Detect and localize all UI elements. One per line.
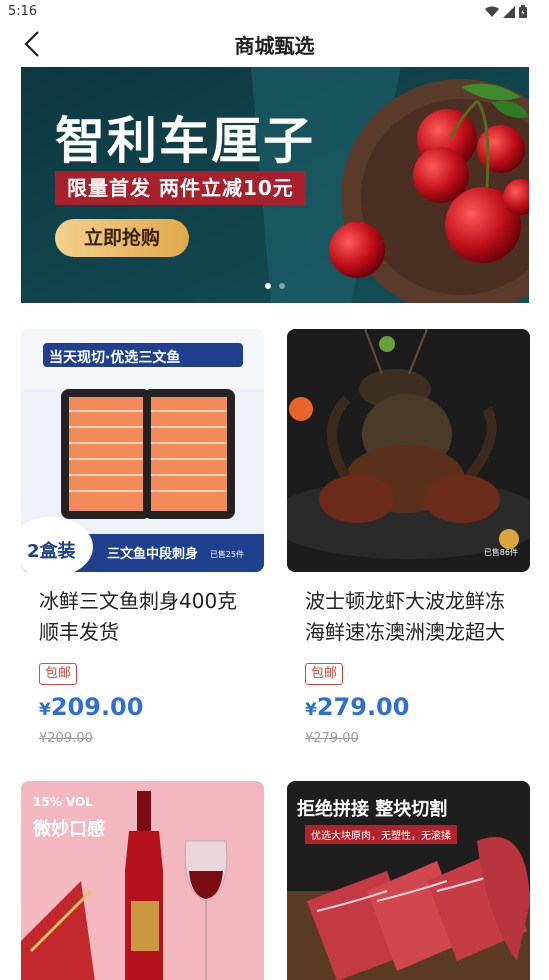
carousel-dot[interactable] [265, 283, 271, 289]
original-price: ¥279.00 [305, 731, 359, 746]
original-price: ¥209.00 [39, 731, 93, 746]
image-headline: 当天现切·优选三文鱼 [49, 350, 181, 366]
product-image: 已售86件 [287, 329, 530, 572]
nav-bar: 商城甄选 [0, 24, 549, 64]
currency-symbol: ¥ [39, 700, 51, 720]
carousel-indicator [21, 283, 529, 289]
promo-banner[interactable]: 智利车厘子 限量首发 两件立减10元 立即抢购 [21, 67, 529, 303]
product-card[interactable]: 当天现切·优选三文鱼 2盒装 三文鱼中段刺身 已售25件 冰鲜三文鱼刺身400克… [21, 329, 264, 746]
status-bar: 5:16 [0, 0, 549, 24]
status-icons [485, 5, 527, 18]
product-image: 拒绝拼接 整块切割 优选大块原肉，无塑性，无滚揉 [287, 781, 530, 980]
product-name: 冰鲜三文鱼刺身400克顺丰发货 [39, 589, 238, 644]
signal-icon [503, 5, 515, 18]
sold-count: 已售25件 [209, 550, 244, 559]
page-title: 商城甄选 [234, 34, 315, 58]
image-headline: 拒绝拼接 整块切割 [297, 799, 448, 820]
banner-title: 智利车厘子 [55, 112, 315, 170]
product-card[interactable]: 拒绝拼接 整块切割 优选大块原肉，无塑性，无滚揉 [287, 781, 530, 980]
currency-symbol: ¥ [305, 700, 317, 720]
price-value: 279.00 [316, 693, 410, 721]
image-subheadline: 微妙口感 [33, 819, 105, 840]
image-subheadline: 优选大块原肉，无塑性，无滚揉 [305, 825, 457, 844]
image-headline: 15% VOL [33, 795, 93, 809]
product-card[interactable]: 已售86件 波士顿龙虾大波龙鲜冻海鲜速冻澳洲澳龙超大 包邮 ¥279.00 ¥2… [287, 329, 530, 746]
lobster-image [287, 329, 530, 572]
carousel-dot[interactable] [279, 283, 285, 289]
free-shipping-tag: 包邮 [305, 663, 344, 685]
product-price: ¥209.00 [21, 693, 264, 721]
product-name: 波士顿龙虾大波龙鲜冻海鲜速冻澳洲澳龙超大 [305, 589, 505, 644]
sold-count: 已售86件 [483, 548, 518, 557]
wine-image [21, 781, 264, 980]
free-shipping-tag: 包邮 [39, 663, 78, 685]
battery-icon [519, 5, 527, 18]
product-image: 15% VOL 微妙口感 [21, 781, 264, 980]
image-badge: 2盒装 [27, 541, 76, 562]
product-image: 当天现切·优选三文鱼 2盒装 三文鱼中段刺身 已售25件 [21, 329, 264, 572]
product-card[interactable]: 15% VOL 微妙口感 [21, 781, 264, 980]
buy-now-button[interactable]: 立即抢购 [55, 219, 189, 257]
product-price: ¥279.00 [287, 693, 530, 721]
banner-subtitle: 限量首发 两件立减10元 [55, 171, 306, 205]
image-caption: 三文鱼中段刺身 [107, 547, 199, 562]
price-value: 209.00 [50, 693, 144, 721]
wifi-icon [485, 6, 499, 17]
status-time: 5:16 [8, 4, 38, 19]
